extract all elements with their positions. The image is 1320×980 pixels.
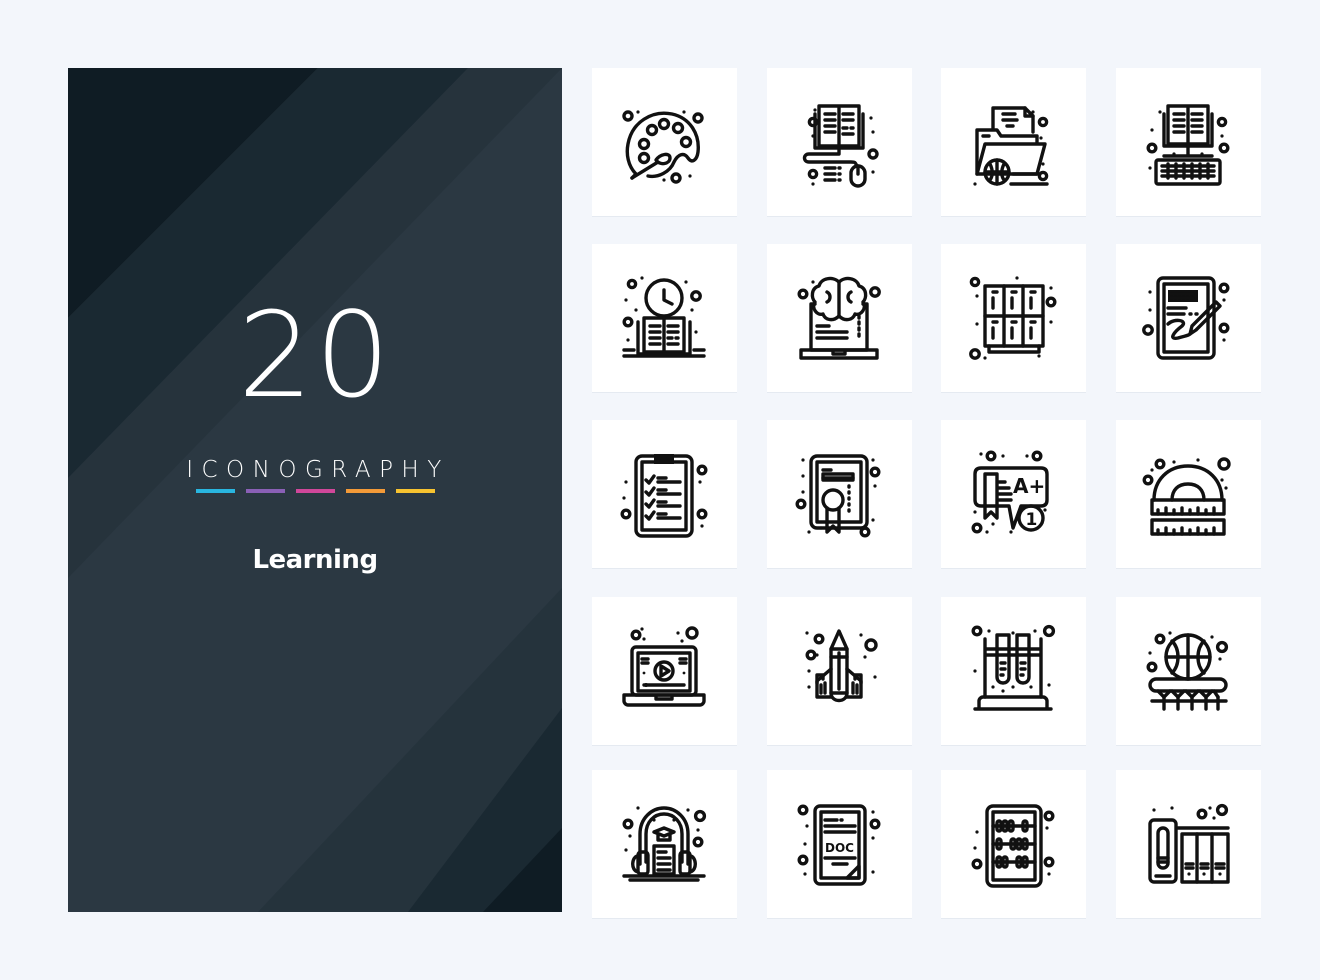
icon-tile[interactable] (1116, 68, 1261, 216)
test-tubes-icon (971, 624, 1056, 711)
online-book-icon (802, 104, 879, 188)
icon-tile[interactable] (592, 420, 737, 568)
icon-tile[interactable] (767, 68, 912, 216)
books-shelf-icon (1148, 803, 1230, 884)
doc-label: DOC (825, 841, 854, 855)
icon-tile[interactable] (1116, 597, 1261, 745)
palette-icon (622, 110, 704, 184)
grade-award-icon: A+ 1 (971, 450, 1049, 534)
icon-tile[interactable] (941, 244, 1086, 392)
icon-tile[interactable] (767, 420, 912, 568)
reading-time-icon (622, 276, 706, 358)
ebook-keyboard-icon (1146, 104, 1230, 186)
rank-text: 1 (1026, 510, 1038, 530)
protractor-ruler-icon (1142, 457, 1231, 536)
grade-text: A+ (1013, 474, 1045, 498)
accent-bars (196, 489, 435, 493)
accent-bar-yellow (396, 489, 435, 493)
accent-bar-orange (346, 489, 385, 493)
icon-tile[interactable] (592, 244, 737, 392)
icon-tile[interactable]: A+ 1 (941, 420, 1086, 568)
set-title: Learning (252, 545, 378, 575)
cover-panel: 20 ICONOGRAPHY Learning (68, 68, 562, 912)
doc-file-icon: DOC (797, 804, 881, 886)
icon-tile[interactable] (767, 244, 912, 392)
icon-tile[interactable] (941, 597, 1086, 745)
icon-count: 20 (237, 286, 393, 424)
web-folder-icon (973, 106, 1049, 186)
icon-tile[interactable] (1116, 244, 1261, 392)
icon-tile[interactable] (1116, 770, 1261, 918)
icon-tile[interactable] (1116, 420, 1261, 568)
icon-tile[interactable] (592, 770, 737, 918)
icon-tile[interactable] (592, 68, 737, 216)
icon-tile[interactable] (941, 68, 1086, 216)
icon-tile[interactable] (767, 597, 912, 745)
lockers-icon (969, 276, 1057, 360)
video-lesson-icon (622, 626, 706, 707)
accent-bar-purple (246, 489, 285, 493)
icon-tile[interactable]: DOC (767, 770, 912, 918)
pencil-rocket-icon (805, 629, 878, 703)
icon-tile[interactable] (592, 597, 737, 745)
basketball-hoop-icon (1146, 631, 1229, 711)
brand-label: ICONOGRAPHY (186, 457, 450, 483)
abacus-icon (971, 804, 1055, 888)
certificate-icon (795, 454, 881, 538)
tablet-writing-icon (1142, 276, 1230, 360)
icon-tile[interactable] (941, 770, 1086, 918)
laptop-brain-icon (797, 276, 881, 360)
audiobook-icon (622, 806, 707, 882)
accent-bar-magenta (296, 489, 335, 493)
clipboard-checklist-icon (620, 454, 708, 538)
accent-bar-cyan (196, 489, 235, 493)
